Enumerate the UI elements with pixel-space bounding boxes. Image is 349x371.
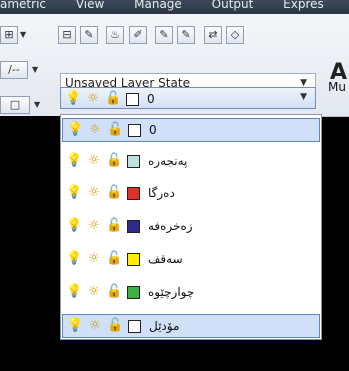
- unlock-icon[interactable]: 🔓: [107, 122, 123, 138]
- layer-tool-button[interactable]: ⊞: [0, 26, 18, 44]
- drawing-area[interactable]: [0, 116, 60, 371]
- unlock-icon[interactable]: 🔓: [105, 91, 121, 107]
- layer-off-icon[interactable]: ✐: [129, 26, 147, 44]
- color-swatch[interactable]: [127, 220, 140, 233]
- layer-name: مۆدێل: [149, 319, 180, 333]
- lightbulb-icon[interactable]: 💡: [66, 153, 82, 169]
- menu-item-express[interactable]: Expres: [283, 0, 324, 10]
- menu-item-parametric[interactable]: ametric: [0, 0, 46, 10]
- layer-list-item[interactable]: 💡 ☼ 🔓 پەنجەرە: [62, 150, 320, 174]
- sun-icon[interactable]: ☼: [86, 251, 102, 267]
- layer-merge-icon[interactable]: ⇄: [204, 26, 222, 44]
- layer-name: سەقف: [148, 252, 183, 266]
- layer-dropdown-list: 💡 ☼ 🔓 0 💡 ☼ 🔓 پەنجەرە 💡 ☼ 🔓 دەرگا 💡 ☼ 🔓 زەخرەفە 💡 ☼ 🔓 سەقف 💡…: [60, 114, 322, 340]
- layer-name: 0: [149, 123, 157, 137]
- menu-item-manage[interactable]: Manage: [134, 0, 182, 10]
- sun-icon[interactable]: ☼: [86, 284, 102, 300]
- color-swatch[interactable]: [127, 155, 140, 168]
- lightbulb-icon[interactable]: 💡: [67, 122, 83, 138]
- lightbulb-icon[interactable]: 💡: [66, 185, 82, 201]
- layer-properties-icon[interactable]: ⊟: [58, 26, 76, 44]
- layer-isolate-icon[interactable]: ✎: [80, 26, 98, 44]
- layer-list-item[interactable]: 💡 ☼ 🔓 0: [62, 118, 320, 142]
- sun-icon[interactable]: ☼: [87, 318, 103, 334]
- unlock-icon[interactable]: 🔓: [107, 318, 123, 334]
- layer-name: پەنجەرە: [148, 154, 188, 168]
- color-swatch[interactable]: [127, 253, 140, 266]
- unlock-icon[interactable]: 🔓: [106, 218, 122, 234]
- menu-item-output[interactable]: Output: [212, 0, 254, 10]
- lightbulb-icon[interactable]: 💡: [66, 218, 82, 234]
- lightbulb-icon[interactable]: 💡: [66, 251, 82, 267]
- lightbulb-icon[interactable]: 💡: [67, 318, 83, 334]
- unlock-icon[interactable]: 🔓: [106, 251, 122, 267]
- layer-freeze-icon[interactable]: ✎: [177, 26, 195, 44]
- sun-icon[interactable]: ☼: [86, 153, 102, 169]
- layer-previous-icon[interactable]: ◇: [226, 26, 244, 44]
- layer-list-item[interactable]: 💡 ☼ 🔓 سەقف: [62, 248, 320, 272]
- layer-list-item[interactable]: 💡 ☼ 🔓 چوارچێوە: [62, 281, 320, 305]
- sun-icon[interactable]: ☼: [86, 185, 102, 201]
- chevron-down-icon[interactable]: ▼: [300, 92, 307, 102]
- lightbulb-icon[interactable]: 💡: [65, 91, 81, 107]
- current-layer-name: 0: [147, 92, 155, 106]
- sun-icon[interactable]: ☼: [85, 91, 101, 107]
- layer-match-icon[interactable]: ✎: [155, 26, 173, 44]
- multiline-text-label: Mu: [328, 80, 346, 94]
- layer-list-item[interactable]: 💡 ☼ 🔓 مۆدێل: [62, 314, 320, 338]
- sun-icon[interactable]: ☼: [87, 122, 103, 138]
- layer-list-item[interactable]: 💡 ☼ 🔓 زەخرەفە: [62, 215, 320, 239]
- chevron-down-icon[interactable]: ▼: [20, 30, 26, 39]
- color-button[interactable]: □: [0, 96, 30, 114]
- lightbulb-icon[interactable]: 💡: [66, 284, 82, 300]
- layer-dropdown-current[interactable]: 💡 ☼ 🔓 0 ▼: [60, 87, 316, 109]
- menu-bar: ametric View Manage Output Expres: [0, 0, 349, 14]
- color-swatch[interactable]: [127, 286, 140, 299]
- sun-icon[interactable]: ☼: [86, 218, 102, 234]
- layer-list-item[interactable]: 💡 ☼ 🔓 دەرگا: [62, 182, 320, 206]
- linetype-button[interactable]: /--: [0, 61, 28, 79]
- unlock-icon[interactable]: 🔓: [106, 153, 122, 169]
- color-swatch[interactable]: [128, 320, 141, 333]
- layer-name: دەرگا: [148, 186, 175, 200]
- layer-walk-icon[interactable]: ♨: [106, 26, 124, 44]
- chevron-down-icon[interactable]: ▼: [32, 65, 38, 74]
- color-swatch[interactable]: [127, 187, 140, 200]
- unlock-icon[interactable]: 🔓: [106, 284, 122, 300]
- chevron-down-icon[interactable]: ▼: [34, 100, 40, 109]
- menu-item-view[interactable]: View: [76, 0, 104, 10]
- unlock-icon[interactable]: 🔓: [106, 185, 122, 201]
- layer-name: زەخرەفە: [148, 219, 193, 233]
- layer-name: چوارچێوە: [148, 285, 195, 299]
- color-swatch[interactable]: [128, 124, 141, 137]
- color-swatch[interactable]: [126, 93, 139, 106]
